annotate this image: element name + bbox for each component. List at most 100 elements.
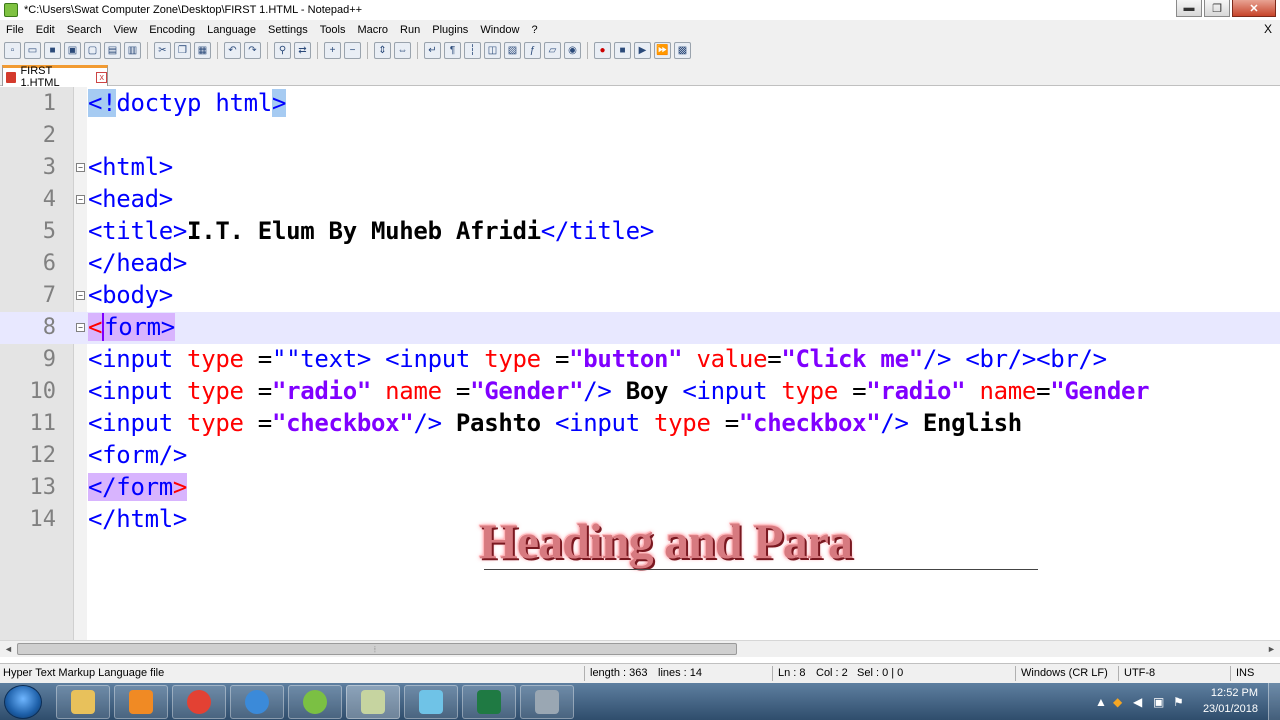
- minimize-button[interactable]: ▬: [1176, 0, 1202, 17]
- code-token: =: [1036, 377, 1051, 405]
- network-icon[interactable]: ▣: [1153, 695, 1164, 709]
- copy-icon[interactable]: ❐: [174, 42, 191, 59]
- maximize-button[interactable]: ❐: [1204, 0, 1230, 17]
- code-line-10[interactable]: 10 <input type ="radio" name ="Gender"/>…: [0, 376, 1280, 408]
- tab-first-1-html[interactable]: FIRST 1.HTML x: [2, 65, 108, 89]
- scrollbar-thumb[interactable]: ⦙: [17, 643, 737, 655]
- code-token: =: [724, 409, 739, 437]
- replace-icon[interactable]: ⇄: [294, 42, 311, 59]
- fold-toggle-icon[interactable]: −: [76, 163, 85, 172]
- code-line-1[interactable]: 1 <!doctyp html>: [0, 88, 1280, 120]
- code-line-5[interactable]: 5 <title>I.T. Elum By Muheb Afridi</titl…: [0, 216, 1280, 248]
- show-desktop-button[interactable]: [1268, 683, 1280, 720]
- clock-time[interactable]: 12:52 PM: [1211, 687, 1258, 699]
- system-tray: ▲ ◆ ◀ ▣ ⚑ 12:52 PM 23/01/2018: [1095, 683, 1280, 720]
- new-file-icon[interactable]: ▫: [4, 42, 21, 59]
- save-icon[interactable]: ■: [44, 42, 61, 59]
- taskbar-media-player[interactable]: [114, 685, 168, 719]
- code-line-6[interactable]: 6 </head>: [0, 248, 1280, 280]
- redo-icon[interactable]: ↷: [244, 42, 261, 59]
- code-token: "": [271, 345, 301, 373]
- sync-vertical-icon[interactable]: ⇕: [374, 42, 391, 59]
- print-icon[interactable]: ▥: [124, 42, 141, 59]
- taskbar-utorrent[interactable]: [288, 685, 342, 719]
- menu-window[interactable]: Window: [474, 24, 525, 36]
- find-icon[interactable]: ⚲: [274, 42, 291, 59]
- taskbar-file-explorer[interactable]: [56, 685, 110, 719]
- close-document-button[interactable]: X: [1264, 22, 1272, 36]
- close-all-icon[interactable]: ▤: [104, 42, 121, 59]
- fold-toggle-icon[interactable]: −: [76, 195, 85, 204]
- code-line-11[interactable]: 11 <input type ="checkbox"/> Pashto <inp…: [0, 408, 1280, 440]
- menu-help[interactable]: ?: [525, 24, 543, 36]
- menu-edit[interactable]: Edit: [30, 24, 61, 36]
- clock-date[interactable]: 23/01/2018: [1203, 703, 1258, 715]
- fold-toggle-icon[interactable]: −: [76, 291, 85, 300]
- code-line-9[interactable]: 9 <input type =""text> <input type ="but…: [0, 344, 1280, 376]
- taskbar-internet-explorer[interactable]: [230, 685, 284, 719]
- open-file-icon[interactable]: ▭: [24, 42, 41, 59]
- line-number: 9: [42, 347, 56, 372]
- code-line-8[interactable]: 8 − <form>: [0, 312, 1280, 344]
- close-window-button[interactable]: ✕: [1232, 0, 1276, 17]
- code-line-4[interactable]: 4 − <head>: [0, 184, 1280, 216]
- action-center-icon[interactable]: ⚑: [1173, 695, 1184, 709]
- show-hidden-icons-icon[interactable]: ▲: [1095, 695, 1107, 709]
- taskbar-notepad-plus-plus[interactable]: [346, 685, 400, 719]
- save-macro-icon[interactable]: ▩: [674, 42, 691, 59]
- code-line-2[interactable]: 2: [0, 120, 1280, 152]
- save-all-icon[interactable]: ▣: [64, 42, 81, 59]
- paste-icon[interactable]: ▦: [194, 42, 211, 59]
- record-macro-icon[interactable]: ●: [594, 42, 611, 59]
- word-wrap-icon[interactable]: ↵: [424, 42, 441, 59]
- avast-icon[interactable]: ◆: [1113, 695, 1122, 709]
- user-language-icon[interactable]: ◫: [484, 42, 501, 59]
- doc-map-icon[interactable]: ▧: [504, 42, 521, 59]
- horizontal-scrollbar[interactable]: ◄ ⦙ ►: [0, 640, 1280, 657]
- volume-icon[interactable]: ◀: [1133, 695, 1142, 709]
- show-all-chars-icon[interactable]: ¶: [444, 42, 461, 59]
- code-line-13[interactable]: 13 </form>: [0, 472, 1280, 504]
- close-icon[interactable]: ▢: [84, 42, 101, 59]
- taskbar-windows-store[interactable]: [404, 685, 458, 719]
- folder-workspace-icon[interactable]: ▱: [544, 42, 561, 59]
- code-editor[interactable]: 1 <!doctyp html> 2 3 − <html> 4 − <head>…: [0, 87, 1280, 640]
- zoom-in-icon[interactable]: +: [324, 42, 341, 59]
- menu-encoding[interactable]: Encoding: [143, 24, 201, 36]
- menu-settings[interactable]: Settings: [262, 24, 314, 36]
- function-list-icon[interactable]: ƒ: [524, 42, 541, 59]
- run-macro-multiple-icon[interactable]: ⏩: [654, 42, 671, 59]
- monitoring-icon[interactable]: ◉: [564, 42, 581, 59]
- tab-close-icon[interactable]: x: [96, 71, 107, 83]
- line-number: 1: [42, 91, 56, 116]
- menu-tools[interactable]: Tools: [314, 24, 352, 36]
- tab-bar: FIRST 1.HTML x: [0, 62, 1280, 89]
- code-line-3[interactable]: 3 − <html>: [0, 152, 1280, 184]
- scroll-left-icon[interactable]: ◄: [0, 641, 17, 657]
- menu-view[interactable]: View: [108, 24, 144, 36]
- taskbar-network-computer[interactable]: [520, 685, 574, 719]
- start-button[interactable]: [4, 685, 42, 719]
- network-computer-icon: [535, 690, 559, 714]
- menu-file[interactable]: File: [0, 24, 30, 36]
- code-line-12[interactable]: 12 <form/>: [0, 440, 1280, 472]
- stop-record-icon[interactable]: ■: [614, 42, 631, 59]
- menu-language[interactable]: Language: [201, 24, 262, 36]
- undo-icon[interactable]: ↶: [224, 42, 241, 59]
- indent-guide-icon[interactable]: ┆: [464, 42, 481, 59]
- taskbar-chrome[interactable]: [172, 685, 226, 719]
- menu-search[interactable]: Search: [61, 24, 108, 36]
- menu-run[interactable]: Run: [394, 24, 426, 36]
- menu-plugins[interactable]: Plugins: [426, 24, 474, 36]
- line-number: 2: [42, 123, 56, 148]
- cut-icon[interactable]: ✂: [154, 42, 171, 59]
- scroll-right-icon[interactable]: ►: [1263, 641, 1280, 657]
- sync-horizontal-icon[interactable]: ⇔: [394, 42, 411, 59]
- zoom-out-icon[interactable]: −: [344, 42, 361, 59]
- code-line-7[interactable]: 7 − <body>: [0, 280, 1280, 312]
- menu-macro[interactable]: Macro: [351, 24, 394, 36]
- status-language: Hyper Text Markup Language file: [3, 667, 165, 679]
- play-macro-icon[interactable]: ▶: [634, 42, 651, 59]
- fold-toggle-icon[interactable]: −: [76, 323, 85, 332]
- taskbar-excel[interactable]: [462, 685, 516, 719]
